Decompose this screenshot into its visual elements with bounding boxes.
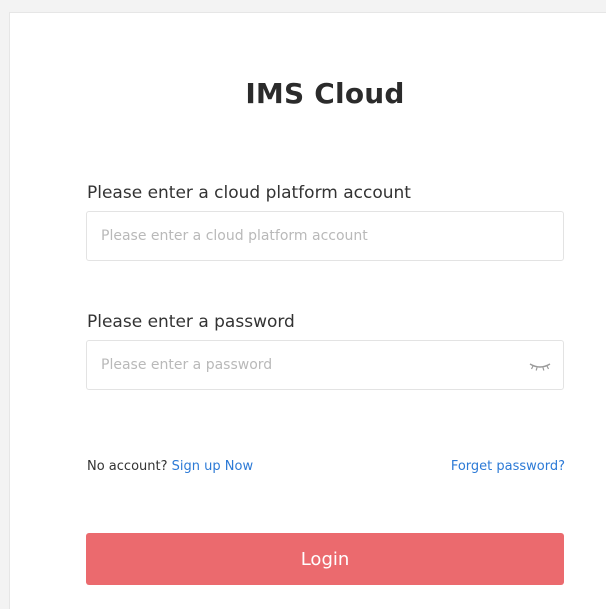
forget-password-link[interactable]: Forget password? <box>451 459 565 474</box>
eye-closed-icon[interactable] <box>529 358 551 372</box>
password-label: Please enter a password <box>87 312 295 332</box>
account-field-container <box>86 211 564 261</box>
signup-link[interactable]: Sign up Now <box>172 459 253 474</box>
signup-prompt: No account? Sign up Now <box>87 459 253 474</box>
login-button[interactable]: Login <box>86 533 564 585</box>
account-label: Please enter a cloud platform account <box>87 183 411 203</box>
no-account-text: No account? <box>87 459 168 474</box>
login-card: IMS Cloud Please enter a cloud platform … <box>9 12 606 609</box>
password-field-container <box>86 340 564 390</box>
password-input[interactable] <box>87 341 563 389</box>
page-title: IMS Cloud <box>245 77 405 110</box>
account-input[interactable] <box>87 212 563 260</box>
